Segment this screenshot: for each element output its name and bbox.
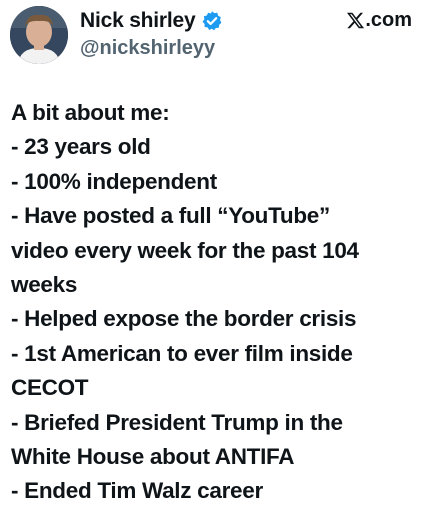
avatar[interactable] (10, 6, 68, 64)
post-line-briefed-cont: White House about ANTIFA (11, 444, 295, 470)
post-line-youtube: - Have posted a full “YouTube” (11, 203, 330, 229)
post-line-weeks: weeks (11, 272, 78, 298)
post-header: Nick shirley @nickshirleyy .com (10, 6, 412, 68)
post-line-cecot-cont: CECOT (11, 375, 89, 401)
user-handle[interactable]: @nickshirleyy (80, 37, 215, 60)
post-line-youtube-cont: video every week for the past 104 (11, 237, 359, 263)
source-domain: .com (365, 9, 412, 31)
avatar-image (10, 6, 68, 64)
post-line-border: - Helped expose the border crisis (11, 306, 357, 332)
verified-badge-icon (201, 10, 223, 32)
name-row: Nick shirley (80, 8, 223, 34)
post-line-intro: A bit about me: (11, 100, 170, 125)
post-line-walz: - Ended Tim Walz career (11, 478, 263, 504)
post-line-cecot: - 1st American to ever film inside (11, 340, 353, 366)
post-line-briefed: - Briefed President Trump in the (11, 409, 343, 435)
post-card: Nick shirley @nickshirleyy .com A bit ab… (0, 0, 422, 503)
x-logo-icon (346, 11, 365, 30)
post-line-age: - 23 years old (11, 134, 151, 160)
post-line-independent: - 100% independent (11, 168, 217, 194)
source-label[interactable]: .com (346, 9, 412, 32)
display-name[interactable]: Nick shirley (80, 9, 196, 33)
post-text: A bit about me: - 23 years old - 100% in… (11, 96, 415, 509)
